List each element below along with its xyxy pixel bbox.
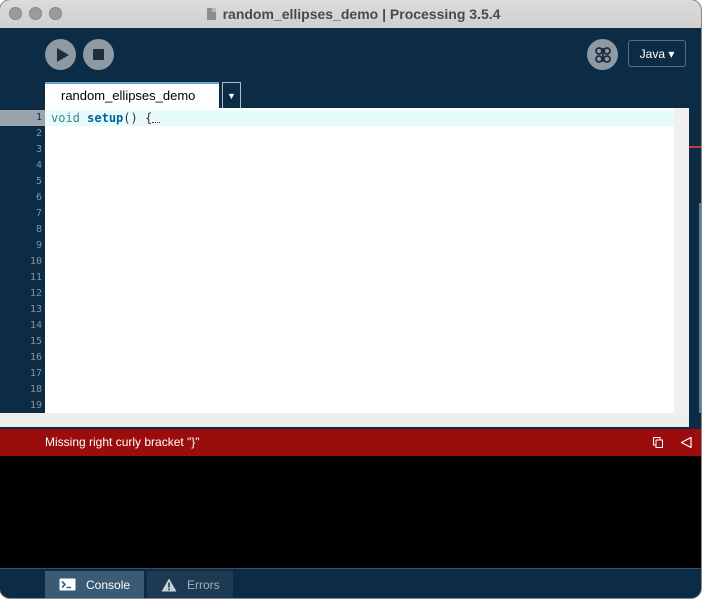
line-number: 12: [29, 288, 42, 299]
play-icon: [56, 47, 69, 62]
run-button[interactable]: [45, 39, 76, 70]
console-output[interactable]: [0, 456, 701, 568]
line-number: 18: [29, 384, 42, 395]
line-number: 15: [29, 336, 42, 347]
toolbar: Java ▾: [0, 28, 701, 80]
tab-menu-button[interactable]: ▼: [222, 82, 241, 108]
line-number: 9: [35, 240, 42, 251]
function-setup: setup: [87, 111, 124, 125]
line-number: 8: [35, 224, 42, 235]
window-title-wrap: random_ellipses_demo | Processing 3.5.4: [0, 0, 701, 28]
error-status-bar: Missing right curly bracket "}": [0, 429, 701, 456]
status-message: Missing right curly bracket "}": [45, 435, 200, 449]
processing-window: random_ellipses_demo | Processing 3.5.4 …: [0, 0, 701, 598]
tab-errors[interactable]: Errors: [147, 571, 233, 598]
warning-icon: [161, 578, 177, 591]
open-brace: {: [144, 111, 153, 125]
line-number: 6: [35, 192, 42, 203]
line-number: 16: [29, 352, 42, 363]
keyword-void: void: [51, 111, 80, 125]
error-squiggle: [152, 114, 161, 123]
line-number: 17: [29, 368, 42, 379]
marker-scroll-thumb: [699, 203, 701, 413]
terminal-icon: [59, 578, 76, 591]
language-selector[interactable]: Java ▾: [628, 40, 686, 67]
code-editor[interactable]: void setup() {: [45, 108, 674, 413]
copy-icon[interactable]: [653, 437, 663, 448]
tab-random-ellipses-demo[interactable]: random_ellipses_demo: [45, 82, 219, 108]
document-icon: [206, 8, 216, 20]
line-number: 10: [29, 256, 42, 267]
editor-vertical-scrollbar[interactable]: [674, 108, 689, 413]
parens: (): [123, 111, 138, 125]
line-number: 1: [35, 112, 42, 123]
line-number: 19: [29, 400, 42, 411]
line-number: 5: [35, 176, 42, 187]
tab-console-label: Console: [86, 577, 131, 592]
line-number: 7: [35, 208, 42, 219]
stop-icon: [93, 49, 104, 60]
collapse-console-icon[interactable]: [681, 437, 692, 448]
bottom-tab-bar: Console Errors: [0, 568, 701, 598]
line-number: 2: [35, 128, 42, 139]
line-number: 3: [35, 144, 42, 155]
line-number: 11: [29, 272, 42, 283]
tab-errors-label: Errors: [187, 577, 220, 592]
editor-horizontal-scrollbar[interactable]: [0, 413, 689, 427]
stop-button[interactable]: [83, 39, 114, 70]
error-marker-column: [689, 108, 701, 413]
window-title: random_ellipses_demo | Processing 3.5.4: [222, 6, 501, 22]
line-number: 13: [29, 304, 42, 315]
tab-console[interactable]: Console: [45, 571, 144, 598]
line-number: 4: [35, 160, 42, 171]
error-marker[interactable]: [689, 146, 701, 148]
code-line-1[interactable]: void setup() {: [51, 110, 161, 126]
title-bar: random_ellipses_demo | Processing 3.5.4: [0, 0, 701, 29]
butterfly-icon: [594, 46, 611, 63]
line-number: 14: [29, 320, 42, 331]
mode-button[interactable]: [587, 39, 618, 70]
